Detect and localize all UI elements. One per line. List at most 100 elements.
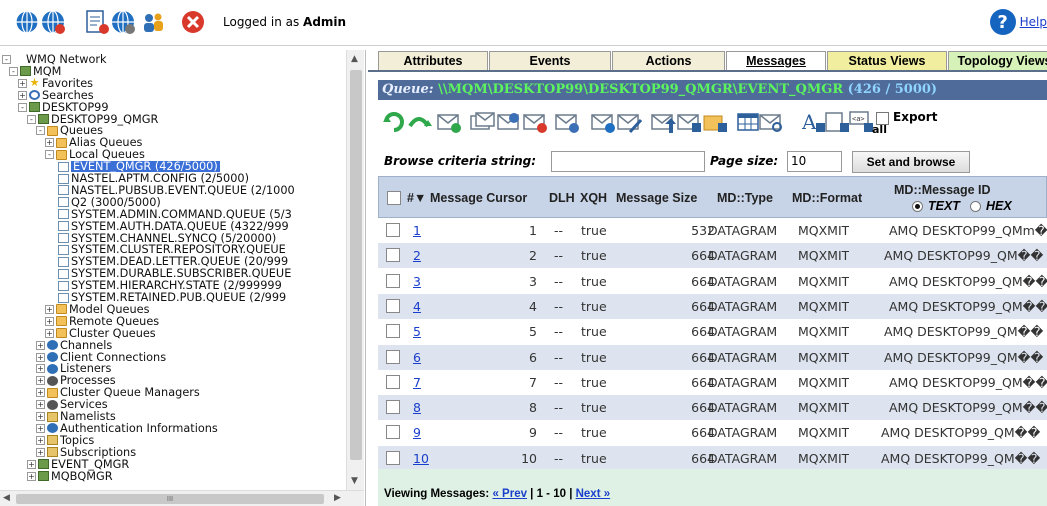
tree-horizontal-scrollbar[interactable]: ◀ III ▶ bbox=[0, 490, 364, 506]
collapse-icon[interactable]: - bbox=[27, 114, 36, 124]
collapse-icon[interactable]: - bbox=[18, 102, 27, 112]
scroll-left-icon[interactable]: ◀ bbox=[3, 493, 10, 503]
scroll-right-icon[interactable]: ▶ bbox=[334, 493, 341, 503]
tree-node[interactable]: SYSTEM.CLUSTER.REPOSITORY.QUEUE bbox=[54, 244, 286, 256]
expand-icon[interactable]: + bbox=[36, 340, 45, 350]
expand-icon[interactable]: + bbox=[36, 376, 45, 386]
expand-icon[interactable]: + bbox=[36, 423, 45, 433]
expand-icon[interactable]: + bbox=[36, 435, 45, 445]
tree-node[interactable]: - Queues bbox=[36, 125, 103, 137]
expand-icon[interactable]: + bbox=[27, 471, 36, 481]
table-row[interactable]: 9 9 -- true 664 DATAGRAM MQXMIT AMQ DESKTOP99_Q… bbox=[378, 420, 1047, 445]
row-number-link[interactable]: 1 bbox=[413, 223, 421, 238]
tree-node[interactable]: + Authentication Informations bbox=[36, 423, 218, 434]
tree-node[interactable]: NASTEL.PUBSUB.EVENT.QUEUE (2/1000 bbox=[54, 185, 295, 196]
next-page-link[interactable]: Next » bbox=[576, 488, 611, 500]
row-number-link[interactable]: 5 bbox=[413, 324, 421, 339]
tree-node[interactable]: + Subscriptions bbox=[36, 447, 136, 458]
table-row[interactable]: 5 5 -- true 664 DATAGRAM MQXMIT AMQ DESKTOP99_Q… bbox=[378, 319, 1047, 344]
export-page-icon[interactable] bbox=[824, 110, 850, 134]
row-checkbox[interactable] bbox=[386, 450, 400, 465]
column-dlh[interactable]: DLH bbox=[549, 177, 575, 219]
close-icon[interactable] bbox=[180, 9, 206, 35]
select-all-checkbox[interactable] bbox=[387, 191, 401, 205]
tree-node[interactable]: + Processes bbox=[36, 375, 116, 386]
tree-node[interactable]: + Listeners bbox=[36, 363, 111, 375]
help-link[interactable]: Help bbox=[1020, 15, 1047, 29]
column-md-type[interactable]: MD::Type bbox=[717, 177, 773, 219]
expand-icon[interactable]: + bbox=[18, 78, 27, 88]
tree-node[interactable]: + Cluster Queue Managers bbox=[36, 387, 200, 398]
text-radio[interactable] bbox=[912, 200, 923, 212]
row-checkbox[interactable] bbox=[386, 400, 400, 415]
tree-node[interactable]: - WMQ Network bbox=[2, 54, 107, 65]
table-row[interactable]: 2 2 -- true 664 DATAGRAM MQXMIT AMQ DESKTOP99_Q… bbox=[378, 243, 1047, 269]
tab-attributes[interactable]: Attributes bbox=[378, 51, 488, 70]
tab-actions[interactable]: Actions bbox=[612, 51, 725, 70]
hex-radio[interactable] bbox=[969, 200, 981, 212]
tree-vertical-scrollbar[interactable]: ▲ ▼ bbox=[346, 50, 364, 490]
row-checkbox[interactable] bbox=[386, 223, 400, 237]
tree-node[interactable]: NASTEL.APTM.CONFIG (2/5000) bbox=[54, 173, 249, 184]
save-message-icon[interactable] bbox=[676, 110, 702, 134]
table-row[interactable]: 1 1 -- true 532 DATAGRAM MQXMIT AMQ DESKTOP99_Q… bbox=[378, 218, 1047, 243]
tree-node[interactable]: SYSTEM.DURABLE.SUBSCRIBER.QUEUE bbox=[54, 268, 291, 279]
collapse-icon[interactable]: - bbox=[36, 126, 45, 136]
expand-icon[interactable]: + bbox=[45, 328, 54, 338]
tree-node[interactable]: - DESKTOP99_QMGR bbox=[27, 113, 158, 125]
collapse-icon[interactable]: - bbox=[45, 150, 54, 160]
expand-icon[interactable]: + bbox=[36, 352, 45, 362]
table-row[interactable]: 10 10 -- true 664 DATAGRAM MQXMIT AMQ DESKTOP99… bbox=[378, 445, 1047, 471]
row-checkbox[interactable] bbox=[386, 349, 400, 364]
tree-node[interactable]: + Topics bbox=[36, 435, 94, 446]
tree-node[interactable]: + Remote Queues bbox=[45, 316, 159, 327]
export-all-icon[interactable]: <a> bbox=[848, 110, 874, 134]
tree-node[interactable]: + Namelists bbox=[36, 411, 116, 422]
tree-node[interactable]: SYSTEM.DEAD.LETTER.QUEUE (20/999 bbox=[54, 256, 288, 267]
tree-node[interactable]: + Searches bbox=[18, 90, 94, 101]
search-message-icon[interactable] bbox=[758, 110, 784, 134]
tree-node[interactable]: SYSTEM.AUTH.DATA.QUEUE (4322/999 bbox=[54, 220, 289, 232]
tree-node[interactable]: EVENT_QMGR (426/5000) bbox=[54, 161, 220, 172]
row-checkbox[interactable] bbox=[386, 248, 400, 263]
tree-node[interactable]: + Channels bbox=[36, 339, 112, 351]
refresh-icon[interactable] bbox=[382, 110, 408, 134]
row-number-link[interactable]: 6 bbox=[413, 350, 421, 365]
tree-node[interactable]: SYSTEM.ADMIN.COMMAND.QUEUE (5/3 bbox=[54, 209, 292, 220]
tree-node[interactable]: SYSTEM.HIERARCHY.STATE (2/999999 bbox=[54, 280, 282, 291]
column-message-cursor[interactable]: Message Cursor bbox=[430, 177, 527, 219]
row-checkbox[interactable] bbox=[386, 425, 400, 440]
copy-messages-icon[interactable] bbox=[470, 110, 496, 134]
prev-page-link[interactable]: « Prev bbox=[492, 488, 527, 500]
tab-events[interactable]: Events bbox=[489, 51, 611, 70]
column-message-size[interactable]: Message Size bbox=[616, 177, 697, 219]
tree-node[interactable]: Q2 (3000/5000) bbox=[54, 197, 161, 208]
row-number-link[interactable]: 7 bbox=[413, 375, 421, 390]
network-add-icon[interactable] bbox=[40, 9, 66, 35]
tree-node[interactable]: + ★ Favorites bbox=[18, 77, 93, 89]
tree-node[interactable]: + Cluster Queues bbox=[45, 328, 156, 339]
tree-node[interactable]: SYSTEM.CHANNEL.SYNCQ (5/20000) bbox=[54, 232, 276, 244]
expand-icon[interactable]: + bbox=[36, 447, 45, 457]
tree-node[interactable]: + Alias Queues bbox=[45, 137, 142, 148]
row-number-link[interactable]: 2 bbox=[413, 248, 421, 263]
scroll-down-icon[interactable]: ▼ bbox=[351, 476, 358, 486]
expand-icon[interactable]: + bbox=[36, 388, 45, 398]
tree-node[interactable]: - DESKTOP99 bbox=[18, 101, 109, 113]
expand-icon[interactable]: + bbox=[36, 412, 45, 421]
column-md-format[interactable]: MD::Format bbox=[792, 177, 862, 219]
row-checkbox[interactable] bbox=[386, 273, 400, 288]
row-number-link[interactable]: 3 bbox=[413, 274, 421, 289]
scroll-up-icon[interactable]: ▲ bbox=[351, 54, 358, 64]
expand-icon[interactable]: + bbox=[36, 364, 45, 374]
row-checkbox[interactable] bbox=[386, 298, 400, 313]
tab-topology-views[interactable]: Topology Views bbox=[948, 51, 1047, 70]
expand-icon[interactable]: + bbox=[45, 316, 54, 326]
new-message-icon[interactable] bbox=[436, 110, 462, 134]
auto-refresh-icon[interactable] bbox=[406, 110, 432, 134]
delete-message-icon[interactable] bbox=[522, 110, 548, 134]
network-settings-icon[interactable] bbox=[110, 9, 136, 35]
edit-message-icon[interactable] bbox=[616, 110, 642, 134]
font-export-icon[interactable]: A bbox=[800, 110, 826, 134]
page-size-input[interactable]: 10 bbox=[787, 151, 842, 172]
